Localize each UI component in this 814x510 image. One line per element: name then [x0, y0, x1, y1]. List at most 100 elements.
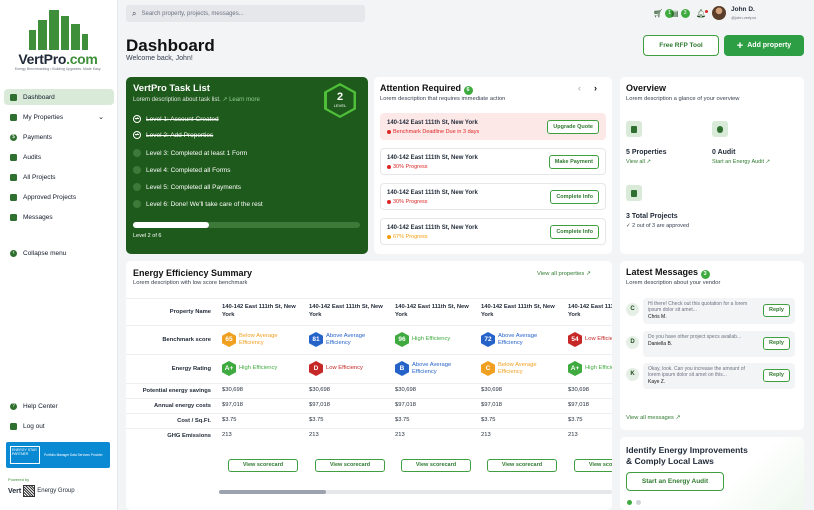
sidebar-item-payments[interactable]: $ Payments [4, 129, 114, 145]
value-cell: $30,698 [568, 387, 589, 393]
reply-button[interactable]: Reply [763, 337, 790, 350]
sidebar-item-all-projects[interactable]: All Projects [4, 169, 114, 185]
add-property-button[interactable]: + Add property [724, 35, 804, 56]
view-scorecard-button[interactable]: View scorecard [315, 459, 385, 472]
logo-text-a: VertPro [18, 51, 67, 67]
task-item[interactable]: ✓ Level 2: Add Properties [133, 129, 213, 141]
sidebar-item-my-properties[interactable]: My Properties ⌄ [4, 109, 114, 125]
reply-button[interactable]: Reply [763, 369, 790, 382]
vertpro-logo[interactable]: VertPro.com Energy Benchmarking • Buildi… [8, 10, 108, 76]
value-cell: $97,018 [395, 402, 416, 408]
sidebar-item-messages[interactable]: Messages [4, 209, 114, 225]
energy-rating-cell: A+High Efficiency [222, 361, 304, 376]
score-hex-badge: 72 [481, 332, 495, 347]
view-scorecard-button[interactable]: View scorecard [228, 459, 298, 472]
user-name: John D. [731, 6, 755, 13]
status-dot [387, 234, 391, 239]
task-list-title: VertPro Task List [133, 83, 210, 94]
task-progress-label: Level 2 of 6 [133, 233, 162, 239]
powered-by-label: Powered by [8, 477, 30, 482]
circle-icon [133, 200, 141, 208]
task-list-card: VertPro Task List Lorem description abou… [126, 77, 368, 254]
message-item[interactable]: C Hi there! Check out this quotation for … [626, 298, 798, 324]
messages-button[interactable]: ▤ 3 [671, 9, 690, 18]
carousel-dot-active[interactable] [627, 500, 632, 505]
sidebar-item-audits[interactable]: Audits [4, 149, 114, 165]
value-cell: 213 [481, 432, 491, 438]
avatar[interactable] [712, 6, 726, 20]
search-placeholder: Search property, projects, messages... [141, 10, 244, 17]
learn-more-label: Learn more [229, 97, 260, 103]
reply-button[interactable]: Reply [763, 304, 790, 317]
task-item[interactable]: Level 5: Completed all Payments [133, 181, 241, 193]
task-item[interactable]: ✓ Level 1: Account Created [133, 113, 219, 125]
attention-address: 140-142 East 111th St, New York [387, 155, 478, 161]
free-rfp-tool-button[interactable]: Free RFP Tool [643, 35, 719, 56]
value-cell: $30,698 [222, 387, 243, 393]
carousel-dot[interactable] [636, 500, 641, 505]
audit-icon [712, 121, 728, 137]
logout-icon [10, 422, 17, 430]
audit-icon [10, 153, 17, 161]
value-cell: $97,018 [222, 402, 243, 408]
table-scrollbar[interactable] [219, 490, 612, 494]
check-icon: ✓ [133, 131, 141, 139]
view-all-properties-link[interactable]: View all properties ↗ [537, 271, 591, 277]
task-item[interactable]: Level 3: Completed at least 1 Form [133, 147, 247, 159]
task-item[interactable]: Level 4: Completed all Forms [133, 164, 231, 176]
view-scorecard-button[interactable]: View scorecard [487, 459, 557, 472]
chevron-left-icon[interactable]: ‹ [578, 83, 581, 93]
attention-title: Attention Required [380, 83, 461, 93]
message-text: Hi there! Check out this quotation for a… [648, 301, 748, 313]
level-number: 2 [336, 90, 344, 103]
task-list-desc: Lorem description about task list. ↗ Lea… [133, 96, 260, 103]
start-energy-audit-link[interactable]: Start an Energy Audit ↗ [712, 159, 770, 165]
score-hex-badge: 54 [568, 332, 582, 347]
sidebar-item-approved-projects[interactable]: Approved Projects [4, 189, 114, 205]
score-hex-badge: 81 [309, 332, 323, 347]
search-input[interactable]: ⌕ Search property, projects, messages... [126, 5, 365, 22]
chevron-down-icon[interactable]: ⌄ [98, 113, 104, 121]
complete-info-button[interactable]: Complete Info [550, 225, 599, 239]
overview-title: Overview [626, 83, 667, 93]
help-center-link[interactable]: ? Help Center [4, 398, 114, 414]
task-item[interactable]: Level 6: Done! We'll take care of the re… [133, 198, 263, 210]
status-dot [387, 129, 391, 134]
score-label: High Efficiency [412, 336, 451, 342]
energy-rating-cell: D Low Efficiency [309, 361, 391, 376]
benchmark-score-cell: 65 Below Average Efficiency [222, 332, 304, 347]
sidebar-item-label: Approved Projects [23, 193, 77, 201]
overview-desc: Lorem description a glance of your overv… [626, 96, 740, 102]
status-dot [387, 164, 391, 169]
learn-more-link[interactable]: ↗ Learn more [222, 97, 259, 103]
sidebar-item-dashboard[interactable]: Dashboard [4, 89, 114, 105]
message-item[interactable]: K Okay, look. Can you increase the amount… [626, 363, 798, 389]
rating-hex-badge: A+ [568, 361, 582, 376]
make-payment-button[interactable]: Make Payment [548, 155, 599, 169]
property-name-cell: 140-142 East 111th St, New York [222, 304, 296, 318]
view-all-messages-link[interactable]: View all messages ↗ [626, 415, 680, 421]
rating-label: Below Average Efficiency [498, 361, 537, 375]
collapse-menu-button[interactable]: ‹ Collapse menu [4, 245, 114, 261]
start-energy-audit-button[interactable]: Start an Energy Audit [626, 472, 724, 491]
row-header: Benchmark score [162, 337, 211, 343]
attention-required-card: Attention Required 6 Lorem description t… [374, 77, 612, 254]
scrollbar-thumb[interactable] [219, 490, 326, 494]
complete-info-button[interactable]: Complete Info [550, 190, 599, 204]
task-item-label: Level 1: Account Created [146, 115, 219, 123]
upgrade-quote-button[interactable]: Upgrade Quote [547, 120, 599, 134]
energy-star-text: Portfolio Manager Data Services Provider [44, 453, 103, 457]
view-scorecard-button[interactable]: View scorecard [574, 459, 612, 472]
check-icon: ✓ [133, 115, 141, 123]
attention-row: 140-142 East 111th St, New York Benchmark… [380, 113, 606, 140]
view-all-properties-link[interactable]: View all ↗ [626, 159, 651, 165]
messages-title: Latest Messages [626, 267, 699, 277]
rating-label: High Efficiency [585, 365, 612, 371]
logout-link[interactable]: Log out [4, 418, 114, 434]
message-item[interactable]: D Do you have other project specs availab… [626, 331, 798, 357]
attention-status: 67% Progress [393, 234, 428, 240]
view-scorecard-button[interactable]: View scorecard [401, 459, 471, 472]
chevron-right-icon[interactable]: › [594, 83, 597, 93]
notifications-button[interactable]: 🔔︎ [696, 9, 709, 18]
score-hex-badge: 65 [222, 332, 236, 347]
